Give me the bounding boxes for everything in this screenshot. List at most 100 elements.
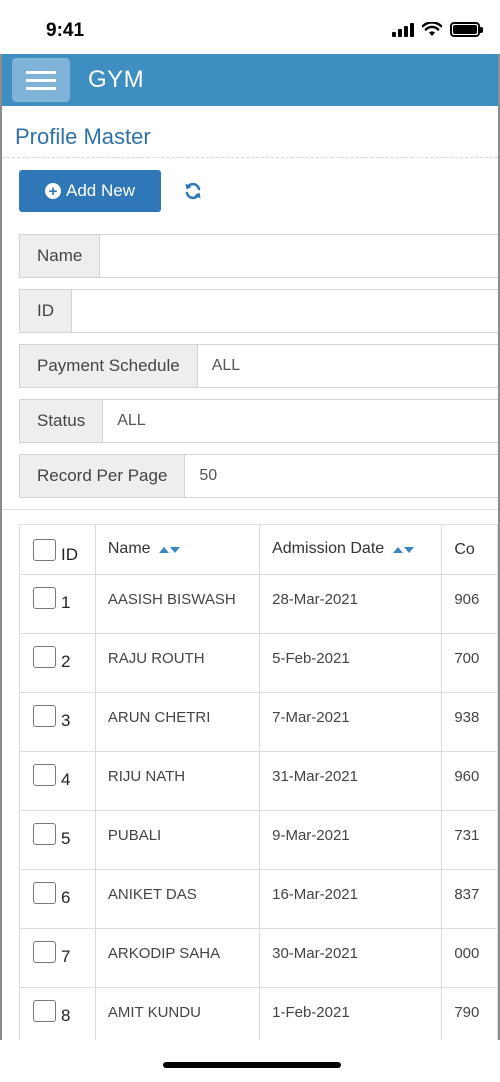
table-row[interactable]: 1 AASISH BISWASH 28-Mar-2021 906: [19, 574, 498, 634]
row-id: 4: [61, 770, 71, 789]
row-id: 5: [61, 829, 71, 848]
row-id: 8: [61, 1006, 71, 1025]
row-contact: 731: [441, 810, 498, 870]
filter-payment-schedule-label: Payment Schedule: [20, 345, 198, 387]
row-id-cell: 3: [19, 692, 96, 752]
column-header-admission-date[interactable]: Admission Date: [259, 524, 443, 575]
row-checkbox[interactable]: [33, 941, 56, 963]
status-time: 9:41: [46, 20, 85, 41]
column-admission-date-label: Admission Date: [272, 540, 385, 558]
row-checkbox[interactable]: [33, 705, 56, 727]
row-id-cell: 4: [19, 751, 96, 811]
row-admission-date: 31-Mar-2021: [259, 751, 443, 811]
filter-record-per-page-label: Record Per Page: [20, 455, 186, 497]
filter-name-label: Name: [20, 235, 101, 277]
profile-table: ID Name Admission Date Co 1 AASISH BISWA…: [19, 524, 498, 1040]
name-input[interactable]: [100, 235, 498, 277]
hamburger-icon-bar: [26, 78, 56, 82]
brand-title: GYM: [88, 66, 145, 93]
app-frame: GYM Profile Master + Add New Name ID Pay…: [0, 54, 500, 1040]
home-indicator-bar: [0, 1040, 500, 1082]
row-name: ARKODIP SAHA: [94, 928, 261, 988]
select-all-checkbox[interactable]: [33, 538, 56, 561]
row-admission-date: 1-Feb-2021: [259, 987, 443, 1040]
filter-id-label: ID: [20, 290, 72, 332]
column-name-label: Name: [107, 540, 151, 558]
row-name: AASISH BISWASH: [94, 574, 261, 634]
table-header-row: ID Name Admission Date Co: [19, 524, 498, 575]
row-id: 2: [61, 652, 71, 671]
row-id-cell: 6: [19, 869, 96, 929]
home-indicator[interactable]: [163, 1062, 341, 1068]
row-contact: 700: [441, 633, 498, 693]
row-checkbox[interactable]: [33, 646, 56, 668]
add-new-button[interactable]: + Add New: [19, 170, 161, 212]
refresh-icon: [185, 182, 201, 200]
table-row[interactable]: 2 RAJU ROUTH 5-Feb-2021 700: [19, 633, 498, 693]
cellular-signal-icon: [392, 22, 414, 37]
column-header-contact[interactable]: Co: [441, 524, 498, 575]
row-contact: 938: [441, 692, 498, 752]
refresh-button[interactable]: [183, 181, 203, 201]
row-admission-date: 30-Mar-2021: [259, 928, 443, 988]
row-checkbox[interactable]: [33, 882, 56, 904]
column-contact-label: Co: [454, 540, 475, 558]
filter-panel: Name ID Payment Schedule ALL Status ALL …: [2, 234, 498, 498]
filter-record-per-page: Record Per Page 50: [19, 454, 498, 498]
filter-status: Status ALL: [19, 399, 498, 443]
row-id-cell: 2: [19, 633, 96, 693]
payment-schedule-select[interactable]: ALL: [197, 345, 498, 387]
row-admission-date: 5-Feb-2021: [259, 633, 443, 693]
row-name: RIJU NATH: [94, 751, 261, 811]
row-name: AMIT KUNDU: [94, 987, 261, 1040]
row-id: 7: [61, 947, 71, 966]
filter-status-label: Status: [20, 400, 104, 442]
row-contact: 000: [441, 928, 498, 988]
column-header-id: ID: [19, 524, 96, 575]
filter-payment-schedule: Payment Schedule ALL: [19, 344, 498, 388]
row-name: PUBALI: [94, 810, 261, 870]
menu-button[interactable]: [12, 58, 70, 102]
battery-icon: [450, 22, 483, 37]
row-checkbox[interactable]: [33, 823, 56, 845]
table-row[interactable]: 7 ARKODIP SAHA 30-Mar-2021 000: [19, 928, 498, 988]
row-id-cell: 5: [19, 810, 96, 870]
status-icons: [392, 22, 483, 37]
table-row[interactable]: 5 PUBALI 9-Mar-2021 731: [19, 810, 498, 870]
table-row[interactable]: 6 ANIKET DAS 16-Mar-2021 837: [19, 869, 498, 929]
table-row[interactable]: 3 ARUN CHETRI 7-Mar-2021 938: [19, 692, 498, 752]
row-name: ANIKET DAS: [94, 869, 261, 929]
id-input[interactable]: [72, 290, 498, 332]
row-checkbox[interactable]: [33, 587, 56, 609]
column-id-label: ID: [61, 544, 78, 564]
row-name: ARUN CHETRI: [94, 692, 261, 752]
table-row[interactable]: 4 RIJU NATH 31-Mar-2021 960: [19, 751, 498, 811]
page-title: Profile Master: [2, 106, 498, 158]
row-id-cell: 7: [19, 928, 96, 988]
column-header-name[interactable]: Name: [94, 524, 261, 575]
record-per-page-select[interactable]: 50: [185, 455, 498, 497]
row-admission-date: 16-Mar-2021: [259, 869, 443, 929]
row-checkbox[interactable]: [33, 764, 56, 786]
sort-icon[interactable]: [392, 540, 414, 558]
filter-id: ID: [19, 289, 498, 333]
row-admission-date: 28-Mar-2021: [259, 574, 443, 634]
navbar: GYM: [2, 54, 498, 106]
row-id: 1: [61, 593, 71, 612]
plus-circle-icon: +: [45, 183, 61, 199]
wifi-icon: [422, 22, 442, 36]
row-id-cell: 8: [19, 987, 96, 1040]
row-checkbox[interactable]: [33, 1000, 56, 1022]
status-select[interactable]: ALL: [103, 400, 498, 442]
row-admission-date: 9-Mar-2021: [259, 810, 443, 870]
row-id: 3: [61, 711, 71, 730]
sort-icon[interactable]: [159, 540, 180, 558]
toolbar: + Add New: [2, 158, 498, 224]
divider: [2, 509, 498, 510]
hamburger-icon: [26, 70, 56, 74]
row-contact: 960: [441, 751, 498, 811]
row-contact: 906: [441, 574, 498, 634]
row-contact: 837: [441, 869, 498, 929]
row-admission-date: 7-Mar-2021: [259, 692, 443, 752]
table-row[interactable]: 8 AMIT KUNDU 1-Feb-2021 790: [19, 987, 498, 1040]
